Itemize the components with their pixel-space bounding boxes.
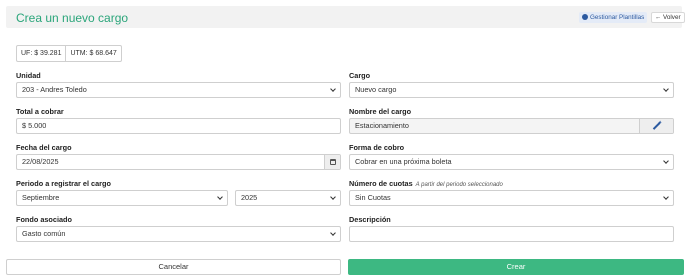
cuotas-value: Sin Cuotas [355,193,391,202]
chevron-down-icon [663,158,669,164]
gear-icon [582,13,588,20]
fondo-label: Fondo asociado [16,215,72,224]
cargo-label: Cargo [349,71,371,80]
nombre-input[interactable]: Estacionamiento ✦ [349,118,674,134]
indicators-bar: UF: $ 39.281 UTM: $ 68.647 [16,45,122,62]
descripcion-label: Descripción [349,215,391,224]
magic-button[interactable]: ✦ [639,119,673,133]
periodo-month-select[interactable]: Septiembre [16,190,228,206]
calendar-icon [330,159,336,165]
utm-indicator: UTM: $ 68.647 [65,46,120,61]
fondo-select[interactable]: Gasto común [16,226,341,242]
unidad-select[interactable]: 203 - Andres Toledo [16,82,341,98]
manage-templates-button[interactable]: Gestionar Plantillas [579,12,648,23]
page-header: Crea un nuevo cargo Gestionar Plantillas… [6,6,685,28]
manage-templates-label: Gestionar Plantillas [590,14,645,21]
fecha-value: 22/08/2025 [22,157,59,166]
back-button[interactable]: ← Volver [651,12,685,23]
forma-value: Cobrar en una próxima boleta [355,157,452,166]
total-value: $ 5.000 [22,121,47,130]
fondo-value: Gasto común [22,229,66,238]
cancel-button[interactable]: Cancelar [6,259,341,275]
cuotas-select[interactable]: Sin Cuotas [349,190,674,206]
cuotas-label-text: Número de cuotas [349,179,413,188]
chevron-down-icon [330,194,336,200]
periodo-year-value: 2025 [241,193,258,202]
total-input[interactable]: $ 5.000 [16,118,341,134]
periodo-year-select[interactable]: 2025 [235,190,341,206]
periodo-month-value: Septiembre [22,193,60,202]
calendar-button[interactable] [324,155,340,169]
cargo-value: Nuevo cargo [355,85,397,94]
cargo-select[interactable]: Nuevo cargo [349,82,674,98]
page-title: Crea un nuevo cargo [16,11,129,25]
forma-select[interactable]: Cobrar en una próxima boleta [349,154,674,170]
uf-indicator: UF: $ 39.281 [21,50,62,57]
total-label: Total a cobrar [16,107,64,116]
cuotas-label: Número de cuotas A partir del periodo sel… [349,179,503,188]
fecha-input[interactable]: 22/08/2025 [16,154,341,170]
chevron-down-icon [217,194,223,200]
chevron-down-icon [330,86,336,92]
chevron-down-icon [330,230,336,236]
forma-label: Forma de cobro [349,143,405,152]
periodo-label: Periodo a registrar el cargo [16,179,111,188]
unidad-label: Unidad [16,71,41,80]
nombre-label: Nombre del cargo [349,107,412,116]
unidad-value: 203 - Andres Toledo [22,85,87,94]
cuotas-hint: A partir del periodo seleccionado [415,182,503,188]
create-button[interactable]: Crear [348,259,684,275]
descripcion-input[interactable] [349,226,674,242]
chevron-down-icon [663,86,669,92]
chevron-down-icon [663,194,669,200]
fecha-label: Fecha del cargo [16,143,72,152]
nombre-value: Estacionamiento [355,121,409,130]
